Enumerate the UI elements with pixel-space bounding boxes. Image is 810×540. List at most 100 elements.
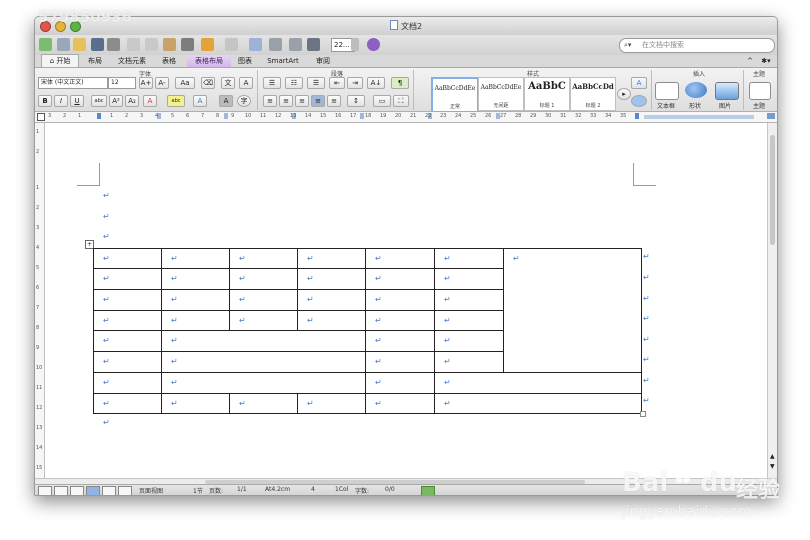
show-marks-button[interactable]: ¶ — [391, 77, 409, 89]
bullets-button[interactable]: ☰ — [263, 77, 281, 89]
font-color-button[interactable]: A — [143, 95, 157, 107]
styles-pane-icon[interactable] — [631, 95, 647, 107]
table-cell[interactable]: ↵ — [161, 289, 230, 311]
vertical-ruler[interactable]: 1 2 1 2 3 4 5 6 7 8 9 10 11 12 13 14 15 — [35, 123, 45, 478]
table-cell[interactable]: ↵ — [161, 351, 366, 373]
table-cell[interactable]: ↵ — [297, 289, 366, 311]
table-cell[interactable]: ↵ — [434, 372, 642, 394]
multilevel-list-button[interactable]: ☰ — [307, 77, 325, 89]
paste-icon[interactable] — [163, 38, 176, 51]
char-shading-button[interactable]: A — [219, 95, 233, 107]
borders-button[interactable]: ⛶ — [393, 95, 409, 107]
table-cell[interactable]: ↵ — [365, 330, 435, 352]
table-cell[interactable]: ↵ — [365, 268, 435, 290]
table-cell[interactable]: ↵ — [365, 372, 435, 394]
table-cell[interactable]: ↵ — [434, 289, 504, 311]
publishing-view-button[interactable] — [70, 486, 84, 495]
style-normal[interactable]: AaBbCcDdEe 正常 — [431, 77, 479, 113]
table-cell[interactable]: ↵ — [365, 351, 435, 373]
help-icon[interactable] — [367, 38, 380, 51]
table-cell[interactable]: ↵ — [229, 268, 298, 290]
collapse-ribbon-icon[interactable]: ^ — [745, 55, 755, 67]
increase-indent-button[interactable]: ⇥ — [347, 77, 363, 89]
table-cell[interactable]: ↵ — [93, 351, 162, 373]
decrease-indent-button[interactable]: ⇤ — [329, 77, 345, 89]
style-heading-2[interactable]: AaBbCcDd 标题 2 — [570, 77, 616, 111]
copy-icon[interactable] — [145, 38, 158, 51]
gallery-icon[interactable] — [289, 38, 302, 51]
char-border-icon[interactable]: A — [239, 77, 253, 89]
table-cell[interactable]: ↵ — [297, 393, 366, 414]
print-icon[interactable] — [107, 38, 120, 51]
ribbon-settings-icon[interactable]: ✱▾ — [757, 55, 775, 67]
table-cell[interactable]: ↵ — [434, 330, 504, 352]
scroll-up-icon[interactable]: ▲ — [770, 453, 775, 460]
table-cell[interactable]: ↵ — [297, 310, 366, 331]
table-resize-handle[interactable] — [640, 411, 646, 417]
table-cell[interactable]: ↵ — [503, 248, 642, 373]
shading-button[interactable]: ▭ — [373, 95, 391, 107]
redo-icon[interactable] — [225, 38, 238, 51]
zoom-dropdown-icon[interactable] — [351, 38, 359, 51]
table-cell[interactable]: ↵ — [161, 372, 366, 394]
templates-icon[interactable] — [57, 38, 70, 51]
table-cell[interactable]: ↵ — [434, 351, 504, 373]
table-cell[interactable]: ↵ — [229, 310, 298, 331]
align-right-button[interactable]: ≡ — [295, 95, 309, 107]
table-cell[interactable]: ↵ — [93, 268, 162, 290]
print-layout-view-button[interactable] — [86, 486, 100, 495]
shapes-icon[interactable] — [685, 82, 707, 98]
table-cell[interactable]: ↵ — [365, 393, 435, 414]
bold-button[interactable]: B — [38, 95, 52, 107]
sidebar-icon[interactable] — [269, 38, 282, 51]
grow-font-button[interactable]: A+ — [139, 77, 153, 89]
clear-format-icon[interactable]: ⌫ — [201, 77, 215, 89]
save-icon[interactable] — [91, 38, 104, 51]
tab-tables[interactable]: 表格 — [155, 55, 183, 67]
style-no-spacing[interactable]: AaBbCcDdEe 无间距 — [478, 77, 524, 111]
text-effects-button[interactable]: A — [193, 95, 207, 107]
table-cell[interactable]: ↵ — [365, 248, 435, 269]
table-cell[interactable]: ↵ — [297, 268, 366, 290]
justify-button[interactable]: ≡ — [311, 95, 325, 107]
draft-view-button[interactable] — [38, 486, 52, 495]
table-cell[interactable]: ↵ — [434, 310, 504, 331]
table-cell[interactable]: ↵ — [161, 248, 230, 269]
scroll-thumb[interactable] — [770, 135, 775, 245]
superscript-button[interactable]: A² — [109, 95, 123, 107]
indent-marker[interactable] — [97, 113, 101, 119]
tab-layout[interactable]: 布局 — [81, 55, 109, 67]
undo-icon[interactable] — [201, 38, 214, 51]
fullscreen-view-button[interactable] — [118, 486, 132, 495]
themes-icon[interactable] — [749, 82, 771, 100]
subscript-button[interactable]: A₂ — [125, 95, 139, 107]
tab-home[interactable]: ⌂ 开始 — [41, 54, 79, 67]
table-cell[interactable]: ↵ — [229, 289, 298, 311]
picture-icon[interactable] — [715, 82, 739, 100]
table-cell[interactable]: ↵ — [93, 289, 162, 311]
style-heading-1[interactable]: AaBbC 标题 1 — [524, 77, 570, 111]
new-document-icon[interactable] — [39, 38, 52, 51]
sort-button[interactable]: A↓ — [367, 77, 385, 89]
table-cell[interactable]: ↵ — [229, 393, 298, 414]
tab-charts[interactable]: 图表 — [233, 55, 257, 67]
tab-review[interactable]: 审阅 — [311, 55, 335, 67]
phonetic-guide-icon[interactable]: 文 — [221, 77, 235, 89]
table-cell[interactable]: ↵ — [161, 330, 366, 352]
split-view-icon[interactable] — [767, 113, 775, 119]
font-name-select[interactable]: 宋体 (中文正文) — [38, 77, 108, 89]
format-painter-icon[interactable] — [181, 38, 194, 51]
table-cell[interactable]: ↵ — [434, 393, 642, 414]
column-marker[interactable] — [224, 113, 228, 119]
text-styles-icon[interactable]: A — [631, 77, 647, 89]
underline-button[interactable]: U — [70, 95, 84, 107]
shrink-font-button[interactable]: A- — [155, 77, 169, 89]
table-cell[interactable]: ↵ — [365, 289, 435, 311]
right-indent-marker[interactable] — [635, 113, 639, 119]
enclose-char-button[interactable]: 字 — [237, 95, 251, 107]
highlight-button[interactable]: abc — [167, 95, 185, 107]
table-cell[interactable]: ↵ — [93, 372, 162, 394]
table-cell[interactable]: ↵ — [161, 393, 230, 414]
search-field[interactable]: ⌕▾ 在文档中搜索 — [619, 38, 775, 53]
styles-more-icon[interactable]: ▸ — [617, 88, 631, 100]
